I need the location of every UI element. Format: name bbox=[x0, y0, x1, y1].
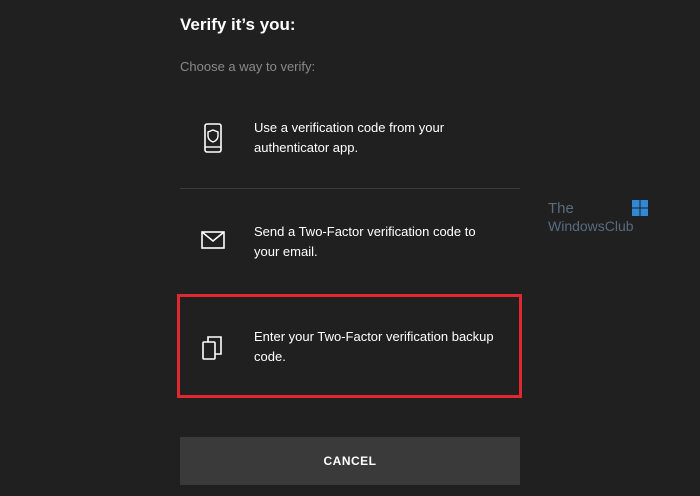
option-label: Use a verification code from your authen… bbox=[254, 120, 445, 155]
divider bbox=[180, 188, 520, 189]
page-title: Verify it’s you: bbox=[180, 15, 296, 34]
watermark-text: The bbox=[548, 200, 574, 217]
copy-pages-icon bbox=[200, 333, 226, 363]
watermark-text: WindowsClub bbox=[548, 218, 634, 234]
envelope-icon bbox=[200, 225, 226, 255]
windows-logo-icon bbox=[632, 200, 648, 221]
option-label: Enter your Two-Factor verification backu… bbox=[254, 329, 494, 364]
cancel-button[interactable]: CANCEL bbox=[180, 437, 520, 485]
phone-shield-icon bbox=[200, 123, 226, 153]
page-subtitle: Choose a way to verify: bbox=[180, 59, 316, 74]
watermark: The WindowsClub bbox=[548, 198, 658, 238]
option-email-code[interactable]: Send a Two-Factor verification code to y… bbox=[180, 209, 520, 289]
option-authenticator-app[interactable]: Use a verification code from your authen… bbox=[180, 104, 520, 184]
option-label: Send a Two-Factor verification code to y… bbox=[254, 224, 476, 259]
verify-panel: Verify it’s you: Choose a way to verify:… bbox=[180, 0, 520, 496]
option-backup-code[interactable]: Enter your Two-Factor verification backu… bbox=[180, 316, 520, 396]
